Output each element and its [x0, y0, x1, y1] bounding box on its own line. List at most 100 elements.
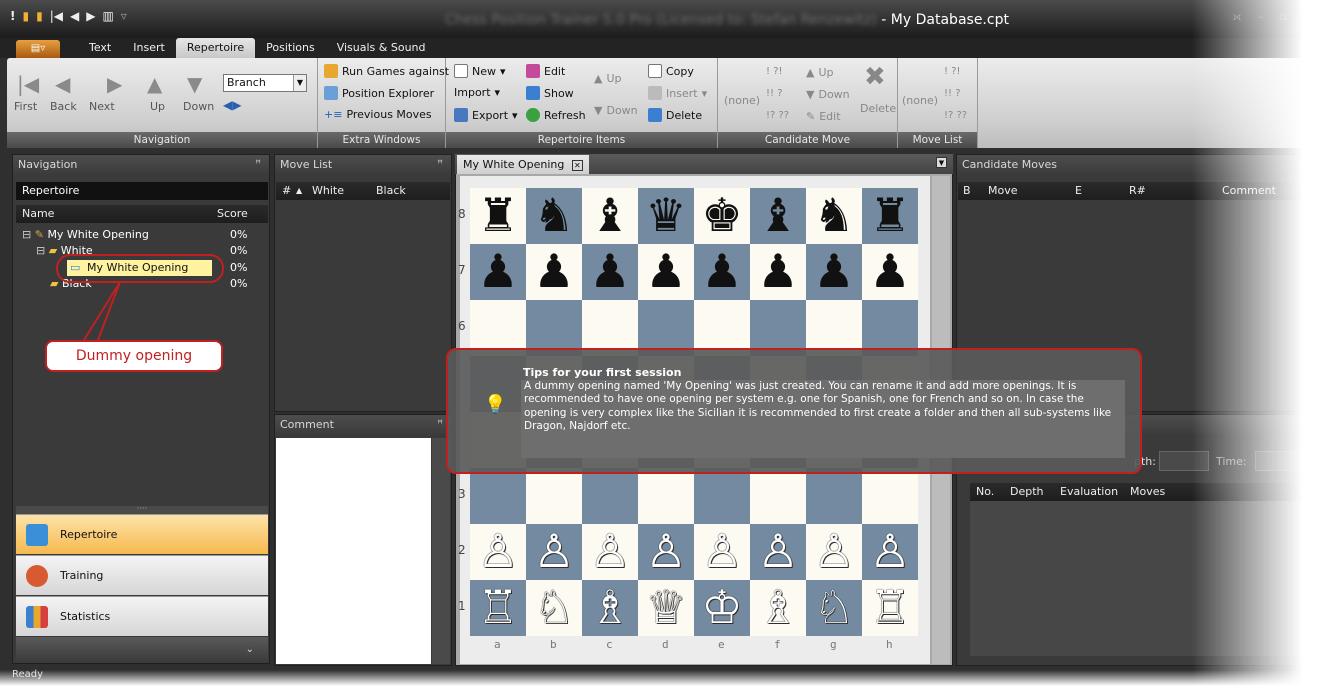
previous-moves-button[interactable]: +≡ Previous Moves — [324, 108, 432, 121]
candidate-col-move[interactable]: Move — [988, 182, 1018, 200]
board-square[interactable] — [694, 468, 750, 524]
engine-col-eval[interactable]: Evaluation — [1060, 483, 1118, 501]
tab-insert[interactable]: Insert — [122, 38, 176, 58]
position-explorer-button[interactable]: Position Explorer — [324, 86, 434, 100]
board-square[interactable] — [750, 468, 806, 524]
branch-nav-icon[interactable]: ◀▶ — [223, 98, 241, 112]
collapse-icon[interactable]: ⊟ — [36, 244, 45, 257]
copy-button[interactable]: Copy — [648, 64, 694, 78]
minimize-icon[interactable]: – — [1258, 10, 1264, 24]
candidate-annot-row3[interactable]: !? ?? — [766, 110, 789, 121]
next-icon[interactable]: ▶ — [107, 72, 122, 96]
engine-col-depth[interactable]: Depth — [1010, 483, 1044, 501]
chess-piece[interactable]: ♟ — [806, 244, 862, 300]
chess-piece[interactable]: ♝ — [750, 188, 806, 244]
up-button[interactable]: Up — [150, 100, 165, 113]
chevron-down-icon[interactable]: ⌄ — [16, 637, 268, 663]
candidate-edit-button[interactable]: ✎ Edit — [806, 110, 841, 123]
chess-piece[interactable]: ♕ — [638, 580, 694, 636]
back-icon[interactable]: ◀ — [55, 72, 70, 96]
module-repertoire-button[interactable]: Repertoire — [16, 514, 268, 554]
module-training-button[interactable]: Training — [16, 555, 268, 595]
export-button[interactable]: Export ▾ — [454, 108, 518, 122]
chess-piece[interactable]: ♘ — [806, 580, 862, 636]
chess-piece[interactable]: ♙ — [582, 524, 638, 580]
candidate-down-button[interactable]: ▼ Down — [806, 88, 850, 101]
chess-piece[interactable]: ♜ — [862, 188, 918, 244]
chess-piece[interactable]: ♙ — [862, 524, 918, 580]
candidate-delete-button[interactable]: Delete — [860, 102, 896, 115]
chess-piece[interactable]: ♟ — [526, 244, 582, 300]
delete-item-button[interactable]: Delete — [648, 108, 702, 122]
open-icon[interactable]: ▮ — [22, 9, 29, 23]
chess-piece[interactable]: ♜ — [470, 188, 526, 244]
chess-piece[interactable]: ♘ — [526, 580, 582, 636]
insert-button[interactable]: Insert ▾ — [648, 86, 707, 100]
next-button[interactable]: Next — [89, 100, 115, 113]
maximize-icon[interactable]: ▫ — [1279, 10, 1286, 24]
tree-row-selected[interactable]: ▭ My White Opening — [67, 260, 212, 276]
comment-scrollbar[interactable] — [432, 438, 450, 664]
tree-col-name[interactable]: Name — [22, 207, 54, 220]
candidate-col-e[interactable]: E — [1075, 182, 1082, 200]
refresh-button[interactable]: Refresh — [526, 108, 586, 122]
item-up-button[interactable]: ▲ Up — [594, 72, 622, 85]
close-icon[interactable]: ✕ — [571, 160, 583, 171]
chess-piece[interactable]: ♚ — [694, 188, 750, 244]
application-menu-button[interactable]: ▤▿ — [16, 40, 60, 58]
chess-piece[interactable]: ♟ — [582, 244, 638, 300]
customize-icon[interactable]: ▿ — [121, 9, 127, 23]
chess-piece[interactable]: ♙ — [526, 524, 582, 580]
board-square[interactable] — [526, 468, 582, 524]
chess-piece[interactable]: ♟ — [862, 244, 918, 300]
move-list-col-black[interactable]: Black — [376, 182, 406, 200]
first-icon[interactable]: |◀ — [17, 72, 39, 96]
tree-col-score[interactable]: Score — [217, 205, 248, 223]
candidate-none-button[interactable]: (none) — [724, 94, 760, 107]
chess-piece[interactable]: ♙ — [806, 524, 862, 580]
new-button[interactable]: New ▾ — [454, 64, 506, 78]
branch-select[interactable]: Branch ▼ — [223, 74, 307, 92]
first-button[interactable]: First — [14, 100, 37, 113]
chess-piece[interactable]: ♙ — [750, 524, 806, 580]
chess-piece[interactable]: ♖ — [862, 580, 918, 636]
run-games-button[interactable]: Run Games against — [324, 64, 449, 78]
close-icon[interactable]: ✕ — [1303, 10, 1312, 24]
module-statistics-button[interactable]: Statistics — [16, 596, 268, 636]
candidate-annot-row2[interactable]: !! ? — [766, 88, 783, 99]
chess-piece[interactable]: ♝ — [582, 188, 638, 244]
pin-icon[interactable]: ꟸ — [255, 155, 261, 175]
time-input[interactable] — [1255, 451, 1305, 471]
chess-piece[interactable]: ♟ — [694, 244, 750, 300]
chess-piece[interactable]: ♟ — [470, 244, 526, 300]
candidate-col-comment[interactable]: Comment — [1222, 182, 1276, 200]
save-icon[interactable]: ▮ — [36, 9, 43, 23]
depth-input[interactable] — [1159, 451, 1209, 471]
tab-positions[interactable]: Positions — [255, 38, 326, 58]
edit-button[interactable]: Edit — [526, 64, 565, 78]
chess-piece[interactable]: ♟ — [750, 244, 806, 300]
chess-piece[interactable]: ♛ — [638, 188, 694, 244]
movelist-none-button[interactable]: (none) — [902, 94, 938, 107]
chess-piece[interactable]: ♙ — [638, 524, 694, 580]
up-arrow-icon[interactable]: ▲ — [147, 72, 162, 96]
board-square[interactable] — [470, 468, 526, 524]
movelist-annot-row1[interactable]: ! ?! — [944, 66, 961, 77]
back-icon[interactable]: ◀ — [70, 9, 79, 23]
board-square[interactable] — [638, 468, 694, 524]
next-icon[interactable]: ▶ — [86, 9, 95, 23]
movelist-annot-row3[interactable]: !? ?? — [944, 110, 967, 121]
import-button[interactable]: Import ▾ — [454, 86, 500, 99]
chess-piece[interactable]: ♗ — [750, 580, 806, 636]
engine-col-moves[interactable]: Moves — [1130, 483, 1165, 501]
candidate-col-r[interactable]: R# — [1129, 182, 1146, 200]
tree-row[interactable]: ⊟ ▰ White 0% — [36, 243, 288, 259]
candidate-annot-row1[interactable]: ! ?! — [766, 66, 783, 77]
board-tab[interactable]: My White Opening ✕ — [457, 155, 589, 174]
comment-textarea[interactable] — [276, 438, 431, 664]
show-button[interactable]: Show — [526, 86, 574, 100]
item-down-button[interactable]: ▼ Down — [594, 104, 638, 117]
back-button[interactable]: Back — [50, 100, 77, 113]
down-button[interactable]: Down — [183, 100, 214, 113]
board-square[interactable] — [862, 468, 918, 524]
